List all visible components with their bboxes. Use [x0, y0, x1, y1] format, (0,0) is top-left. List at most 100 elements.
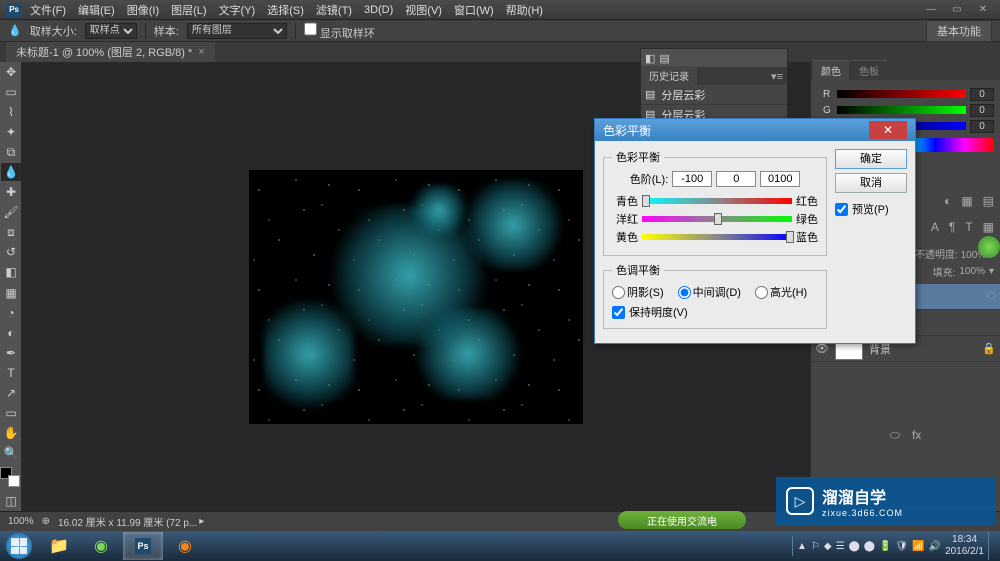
tray-icon[interactable]: ◆ — [824, 541, 832, 552]
tray-icon[interactable]: 🔋 — [879, 541, 891, 552]
paragraph-icon[interactable]: ¶ — [949, 220, 955, 234]
eyedropper-tool[interactable]: 💧 — [1, 163, 21, 181]
level-cyan-input[interactable] — [672, 171, 712, 187]
g-slider[interactable] — [837, 106, 966, 114]
tab-swatches[interactable]: 色板 — [851, 60, 887, 80]
dialog-titlebar[interactable]: 色彩平衡 ✕ — [595, 119, 915, 141]
hand-tool[interactable]: ✋ — [1, 424, 21, 442]
move-tool[interactable]: ✥ — [1, 63, 21, 81]
highlights-radio[interactable]: 高光(H) — [755, 284, 807, 300]
magenta-green-slider[interactable] — [642, 216, 792, 222]
maximize-button[interactable]: ▭ — [946, 4, 968, 16]
brush-panel-icon[interactable]: T — [965, 220, 972, 234]
color-swatches[interactable] — [0, 467, 20, 487]
minimize-button[interactable]: — — [920, 4, 942, 16]
panel-menu-icon[interactable]: ◧ — [645, 52, 655, 65]
crop-tool[interactable]: ⧉ — [1, 143, 21, 161]
shadows-radio[interactable]: 阴影(S) — [612, 284, 664, 300]
workspace-switcher[interactable]: 基本功能 — [926, 20, 992, 42]
nav-icon[interactable]: ▤ — [983, 194, 994, 208]
ok-button[interactable]: 确定 — [835, 149, 907, 169]
tray-icon[interactable]: ⚐ — [811, 541, 820, 552]
gradient-tool[interactable]: ▦ — [1, 284, 21, 302]
cyan-red-slider[interactable] — [642, 198, 792, 204]
menu-filter[interactable]: 滤镜(T) — [316, 2, 352, 18]
link-icon[interactable]: ⬭ — [987, 290, 996, 303]
character-icon[interactable]: A — [931, 220, 939, 234]
panel-drag-icon[interactable]: ▤ — [659, 52, 669, 65]
menu-file[interactable]: 文件(F) — [30, 2, 66, 18]
pen-tool[interactable]: ✒ — [1, 344, 21, 362]
menu-window[interactable]: 窗口(W) — [454, 2, 494, 18]
tab-color[interactable]: 颜色 — [813, 60, 849, 80]
cancel-button[interactable]: 取消 — [835, 173, 907, 193]
level-yellow-input[interactable] — [760, 171, 800, 187]
g-value[interactable]: 0 — [970, 104, 994, 117]
menu-type[interactable]: 文字(Y) — [219, 2, 256, 18]
document-tab[interactable]: 未标题-1 @ 100% (图层 2, RGB/8) * × — [6, 42, 215, 62]
heal-tool[interactable]: ✚ — [1, 183, 21, 201]
menu-3d[interactable]: 3D(D) — [364, 4, 393, 16]
midtones-radio[interactable]: 中间调(D) — [678, 284, 741, 300]
menu-help[interactable]: 帮助(H) — [506, 2, 543, 18]
taskbar-browser[interactable]: ◉ — [81, 532, 121, 560]
r-slider[interactable] — [837, 90, 966, 98]
zoom-tool[interactable]: 🔍 — [1, 444, 21, 462]
tab-history[interactable]: 历史记录 — [641, 66, 697, 85]
lasso-tool[interactable]: ⌇ — [1, 103, 21, 121]
taskbar-uc[interactable]: ◉ — [165, 532, 205, 560]
wand-tool[interactable]: ✦ — [1, 123, 21, 141]
document-canvas[interactable] — [249, 170, 583, 424]
tray-icon[interactable]: ⬤ — [849, 541, 860, 552]
type-tool[interactable]: T — [1, 364, 21, 382]
doc-dimensions[interactable]: 16.02 厘米 x 11.99 厘米 (72 p... — [58, 514, 197, 529]
stamp-tool[interactable]: ⧈ — [1, 223, 21, 241]
clone-panel-icon[interactable]: ▦ — [983, 220, 994, 234]
tray-icon[interactable]: ⬤ — [864, 541, 875, 552]
tray-icon[interactable]: ☰ — [836, 541, 845, 552]
taskbar-photoshop[interactable]: Ps — [123, 532, 163, 560]
show-sample-ring[interactable]: 显示取样环 — [304, 21, 375, 41]
sample-size-select[interactable]: 取样点 — [85, 23, 137, 39]
menu-view[interactable]: 视图(V) — [405, 2, 442, 18]
fx-icon[interactable]: fx — [912, 428, 921, 443]
panel-menu-icon[interactable]: ▾≡ — [767, 68, 787, 85]
r-value[interactable]: 0 — [970, 88, 994, 101]
level-magenta-input[interactable] — [716, 171, 756, 187]
adjustments-icon[interactable]: ◐ — [944, 194, 951, 208]
sample-select[interactable]: 所有图层 — [187, 23, 287, 39]
menu-layer[interactable]: 图层(L) — [171, 2, 206, 18]
dodge-tool[interactable]: ◐ — [1, 324, 21, 342]
start-button[interactable] — [0, 531, 38, 561]
path-tool[interactable]: ↗ — [1, 384, 21, 402]
clock[interactable]: 18:34 2016/2/1 — [945, 534, 984, 558]
preview-check[interactable]: 预览(P) — [835, 201, 907, 217]
quickmask-tool[interactable]: ◫ — [1, 492, 21, 510]
show-desktop[interactable] — [988, 532, 996, 560]
tray-volume-icon[interactable]: 🔊 — [929, 541, 941, 552]
close-button[interactable]: ✕ — [869, 121, 907, 139]
menu-select[interactable]: 选择(S) — [267, 2, 304, 18]
marquee-tool[interactable]: ▭ — [1, 83, 21, 101]
shape-tool[interactable]: ▭ — [1, 404, 21, 422]
history-item[interactable]: ▤分层云彩 — [641, 85, 787, 105]
app-close-button[interactable]: ✕ — [972, 4, 994, 16]
notification-badge[interactable] — [978, 236, 1000, 258]
tray-icon[interactable]: 🛡 — [895, 541, 908, 552]
link-layers-icon[interactable]: ⬭ — [890, 428, 900, 443]
styles-icon[interactable]: ▦ — [961, 194, 972, 208]
menu-edit[interactable]: 编辑(E) — [78, 2, 115, 18]
close-icon[interactable]: × — [198, 46, 204, 58]
menu-image[interactable]: 图像(I) — [127, 2, 159, 18]
eraser-tool[interactable]: ◧ — [1, 263, 21, 281]
yellow-blue-slider[interactable] — [642, 234, 792, 240]
taskbar-explorer[interactable]: 📁 — [39, 532, 79, 560]
history-brush-tool[interactable]: ↺ — [1, 243, 21, 261]
eyedropper-icon[interactable]: 💧 — [8, 24, 22, 37]
b-value[interactable]: 0 — [970, 120, 994, 133]
preserve-luminosity-check[interactable]: 保持明度(V) — [612, 304, 818, 320]
blur-tool[interactable]: ◔ — [1, 304, 21, 322]
tray-up-icon[interactable]: ▲ — [797, 541, 807, 552]
zoom-level[interactable]: 100% — [8, 516, 34, 527]
tray-network-icon[interactable]: 📶 — [912, 541, 924, 552]
